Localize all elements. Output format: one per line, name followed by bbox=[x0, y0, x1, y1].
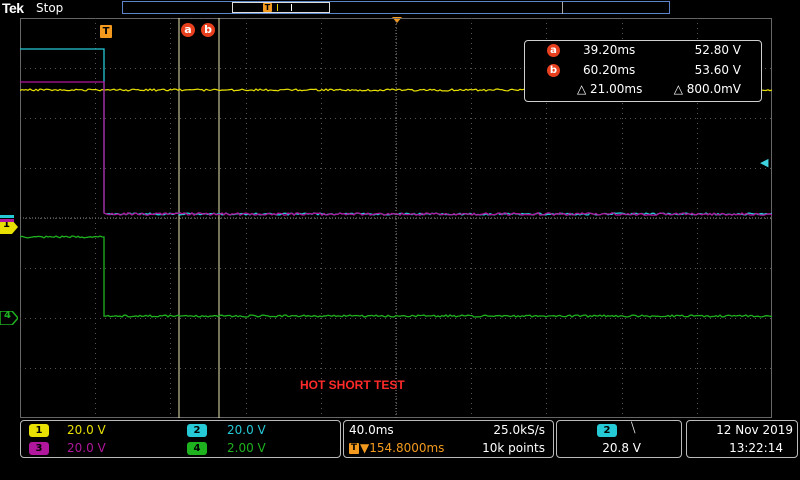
screen-annotation: HOT SHORT TEST bbox=[300, 378, 405, 392]
cursor-b-voltage: 53.60 V bbox=[695, 63, 741, 77]
trigger-position-icon: T bbox=[349, 443, 359, 454]
ch1-scale[interactable]: 20.0 V bbox=[67, 423, 106, 437]
cursor-a-voltage: 52.80 V bbox=[695, 43, 741, 57]
trigger-settings-panel[interactable]: 2 ⧹ 20.8 V bbox=[556, 420, 682, 458]
time: 13:22:14 bbox=[729, 441, 783, 455]
record-length: 10k points bbox=[482, 441, 545, 455]
ch4-marker-label: 4 bbox=[4, 310, 11, 321]
memory-view-window[interactable]: T bbox=[232, 2, 330, 13]
offscreen-level-arrow-icon: ◀ bbox=[760, 156, 768, 169]
acquisition-state: Stop bbox=[36, 1, 63, 15]
ch2-badge[interactable]: 2 bbox=[187, 424, 207, 437]
ch1-badge[interactable]: 1 bbox=[29, 424, 49, 437]
ch4-ground-marker[interactable]: 4 bbox=[0, 310, 18, 324]
ch4-badge[interactable]: 4 bbox=[187, 442, 207, 455]
channel-settings-panel[interactable]: 1 20.0 V 2 20.0 V 3 20.0 V 4 2.00 V bbox=[20, 420, 341, 458]
ch3-scale[interactable]: 20.0 V bbox=[67, 441, 106, 455]
cursor-delta-readout: △ 21.00ms △ 800.0mV bbox=[525, 82, 761, 100]
horizontal-settings-panel[interactable]: 40.0ms 25.0kS/s T ▼154.8000ms 10k points bbox=[343, 420, 554, 458]
status-bar: Tek Stop T bbox=[0, 0, 800, 18]
memory-cursor-line bbox=[291, 4, 292, 11]
brand-logo: Tek bbox=[2, 0, 24, 16]
cursor-readout: a 39.20ms 52.80 V b 60.20ms 53.60 V △ 21… bbox=[524, 40, 762, 102]
cursor-b-readout: b 60.20ms 53.60 V bbox=[525, 63, 761, 81]
date: 12 Nov 2019 bbox=[716, 423, 793, 437]
trigger-time-marker-icon[interactable]: T bbox=[100, 25, 112, 38]
trigger-position: ▼154.8000ms bbox=[360, 441, 444, 455]
cursor-b-badge[interactable]: b bbox=[201, 23, 215, 37]
falling-edge-icon: ⧹ bbox=[631, 421, 635, 436]
datetime-panel: 12 Nov 2019 13:22:14 bbox=[686, 420, 798, 458]
ch2-ch3-ground-marker[interactable] bbox=[0, 208, 18, 216]
memory-cursor-line bbox=[277, 4, 278, 11]
cursor-a-time: 39.20ms bbox=[583, 43, 635, 57]
ch3-badge[interactable]: 3 bbox=[29, 442, 49, 455]
trigger-level: 20.8 V bbox=[602, 441, 641, 455]
cursor-b-time: 60.20ms bbox=[583, 63, 635, 77]
trigger-source-badge: 2 bbox=[597, 424, 617, 437]
cursor-a-readout: a 39.20ms 52.80 V bbox=[525, 43, 761, 61]
ch4-scale[interactable]: 2.00 V bbox=[227, 441, 266, 455]
cursor-a-icon: a bbox=[547, 44, 560, 57]
delta-voltage: △ 800.0mV bbox=[674, 82, 741, 96]
ch2-scale[interactable]: 20.0 V bbox=[227, 423, 266, 437]
delta-time: △ 21.00ms bbox=[577, 82, 642, 96]
cursor-a-badge[interactable]: a bbox=[181, 23, 195, 37]
trigger-position-icon: T bbox=[263, 3, 272, 12]
record-memory-bar bbox=[122, 1, 670, 14]
sample-rate: 25.0kS/s bbox=[493, 423, 545, 437]
timebase: 40.0ms bbox=[349, 423, 394, 437]
memory-bar-marker bbox=[562, 2, 563, 14]
cursor-b-icon: b bbox=[547, 64, 560, 77]
